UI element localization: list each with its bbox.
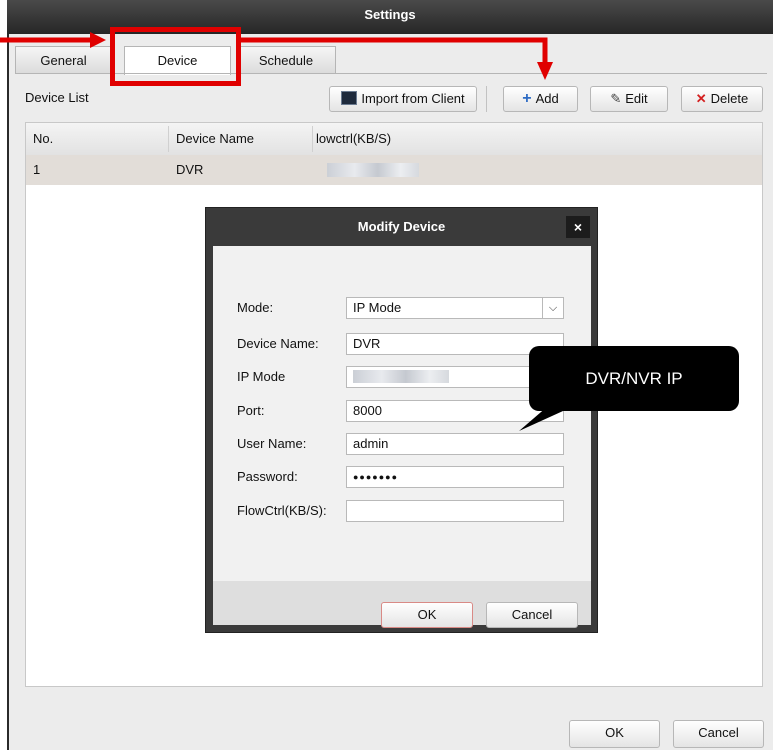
arrow-to-device-tab-icon — [0, 32, 106, 48]
dvr-ip-callout: DVR/NVR IP — [529, 346, 739, 411]
arrow-to-add-button-icon — [240, 37, 553, 80]
